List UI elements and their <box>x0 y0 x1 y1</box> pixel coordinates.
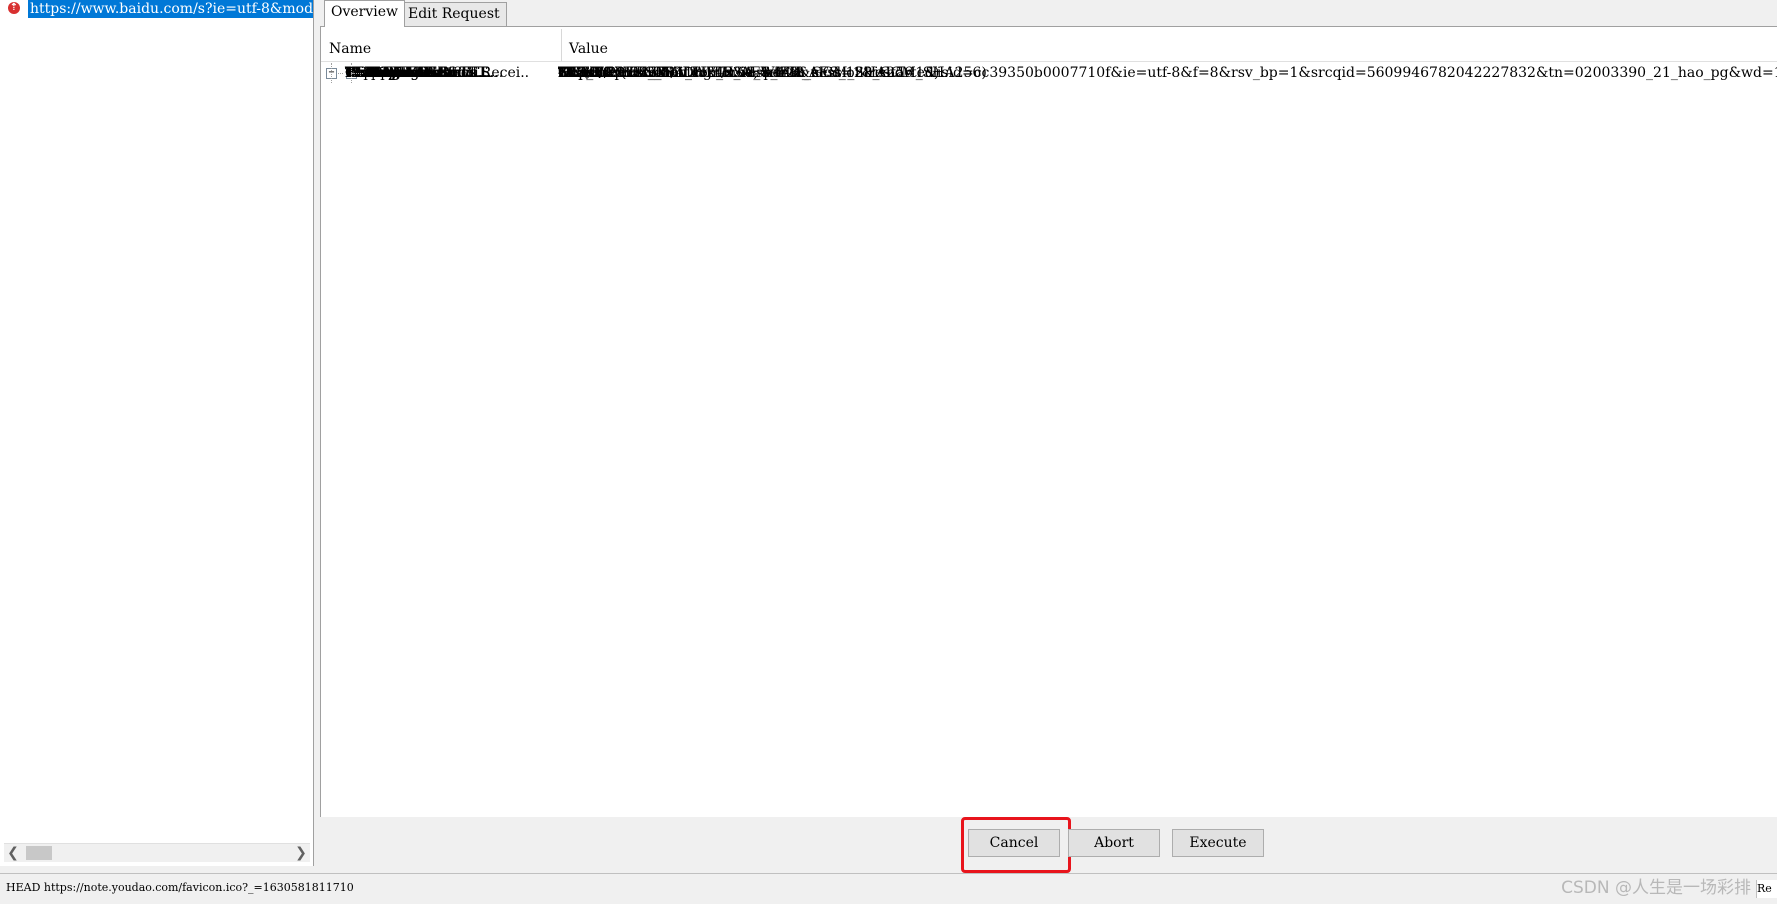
error-icon: ⇡ <box>8 2 20 14</box>
abort-button[interactable]: Abort <box>1068 829 1160 857</box>
execute-button[interactable]: Execute <box>1172 829 1264 857</box>
horizontal-scrollbar[interactable]: ❮ ❯ <box>4 843 310 862</box>
row-value: - <box>558 65 563 81</box>
session-row[interactable]: ⇡ https://www.baidu.com/s?ie=utf-8&mod=1… <box>4 0 313 18</box>
status-bar: HEAD https://note.youdao.com/favicon.ico… <box>0 873 1777 904</box>
scroll-left-icon[interactable]: ❮ <box>4 844 22 862</box>
scroll-right-icon[interactable]: ❯ <box>292 844 310 862</box>
tab-strip: Overview Edit Request <box>320 0 1777 27</box>
column-header-name[interactable]: Name <box>329 29 562 61</box>
row-name: Response <box>365 65 433 81</box>
status-edge-label: Re <box>1756 880 1777 898</box>
composer-pane: Overview Edit Request Name Value URL http… <box>320 0 1777 873</box>
tab-overview[interactable]: Overview <box>324 0 406 27</box>
session-list-pane[interactable]: ⇡ https://www.baidu.com/s?ie=utf-8&mod=1… <box>0 0 314 866</box>
watermark: CSDN @人生是一场彩排 <box>1561 878 1751 898</box>
properties-grid: Name Value URL https://www.baidu.com/s?ie… <box>320 27 1777 817</box>
tab-edit-request[interactable]: Edit Request <box>401 2 507 26</box>
column-header-value[interactable]: Value <box>561 29 608 61</box>
cancel-button[interactable]: Cancel <box>968 829 1060 857</box>
status-text: HEAD https://note.youdao.com/favicon.ico… <box>6 881 354 894</box>
button-bar: Cancel Abort Execute <box>320 817 1777 873</box>
scroll-thumb[interactable] <box>26 846 52 860</box>
grid-header: Name Value <box>321 29 1777 62</box>
session-url[interactable]: https://www.baidu.com/s?ie=utf-8&mod=1&i… <box>28 0 313 18</box>
grid-row[interactable]: Response - <box>321 63 1777 83</box>
